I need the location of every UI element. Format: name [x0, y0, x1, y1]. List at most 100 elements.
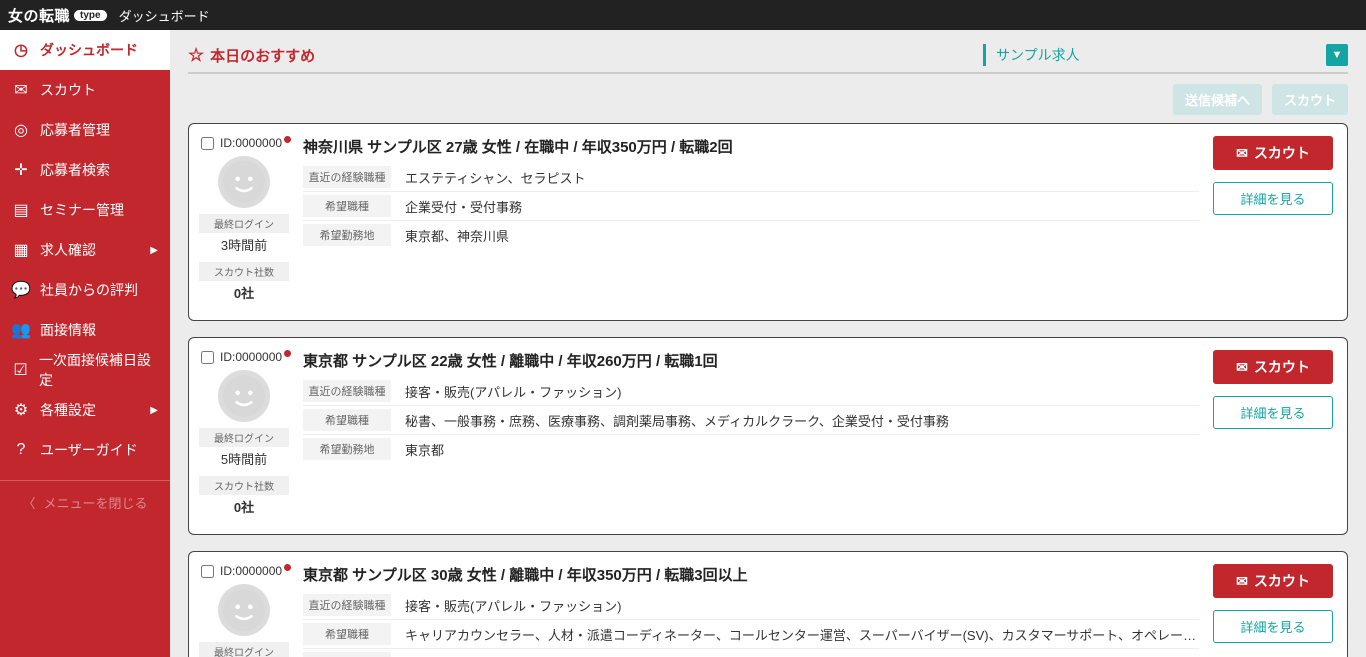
main-header: ☆ 本日のおすすめ サンプル求人 ▼ [188, 44, 1348, 74]
nav-icon: 👥 [12, 320, 30, 340]
desired-job-value: 秘書、一般事務・庶務、医療事務、調剤薬局事務、メディカルクラーク、企業受付・受付… [405, 411, 949, 430]
sidebar-close[interactable]: 〈メニューを閉じる [0, 480, 170, 524]
sample-job-select[interactable]: サンプル求人 ▼ [983, 44, 1348, 66]
last-login-label: 最終ログイン [199, 214, 289, 233]
recent-exp-label: 直近の経験職種 [303, 380, 391, 402]
nav-icon: ▦ [12, 240, 30, 260]
desired-job-label: 希望職種 [303, 623, 391, 645]
mail-icon: ✉ [1236, 359, 1248, 376]
last-login-label: 最終ログイン [199, 428, 289, 447]
new-dot-icon [284, 564, 291, 571]
sidebar-item-5[interactable]: ▦求人確認▶ [0, 230, 170, 270]
sidebar-item-4[interactable]: ▤ セミナー管理 [0, 190, 170, 230]
sidebar-item-2[interactable]: ◎応募者管理 [0, 110, 170, 150]
type-badge: type [74, 10, 107, 21]
main-content: ☆ 本日のおすすめ サンプル求人 ▼ 送信候補へ スカウト ID:0000000… [170, 30, 1366, 657]
detail-button[interactable]: 詳細を見る [1213, 182, 1333, 215]
avatar [218, 370, 270, 422]
desired-loc-label: 希望勤務地 [303, 438, 391, 460]
nav-icon: ▤ [12, 200, 30, 220]
sidebar: ◷ ダッシュボード ✉スカウト◎応募者管理 ✛ 応募者検索 ▤ セミナー管理 ▦ 求人確認 ▶ 💬 社… [0, 30, 170, 657]
bulk-scout-button: スカウト [1272, 84, 1348, 115]
brand-logo: 女の転職 type [8, 5, 107, 26]
recent-exp-value: 接客・販売(アパレル・ファッション) [405, 382, 621, 401]
recent-exp-value: エステティシャン、セラピスト [405, 168, 585, 187]
page-title: ダッシュボード [119, 6, 210, 25]
chevron-right-icon: ▶ [150, 405, 158, 416]
candidate-id: ID:0000000 [220, 564, 282, 578]
select-checkbox[interactable] [201, 565, 214, 578]
nav-icon: ✛ [12, 160, 30, 180]
sidebar-item-label: 一次面接候補日設定 [39, 350, 158, 390]
card-left: ID:0000000 最終ログイン 1日前 スカウト社数 0社 [199, 564, 289, 657]
desired-loc-label: 希望勤務地 [303, 652, 391, 657]
desired-loc-value: 東京都 [405, 440, 444, 459]
last-login-value: 3時間前 [199, 233, 289, 260]
card-center: 神奈川県 サンプル区 27歳 女性 / 在職中 / 年収350万円 / 転職2回… [303, 136, 1199, 308]
nav-icon: ✉ [12, 80, 30, 100]
candidate-title: 東京都 サンプル区 30歳 女性 / 離職中 / 年収350万円 / 転職3回以… [303, 564, 1199, 585]
sidebar-item-3[interactable]: ✛ 応募者検索 [0, 150, 170, 190]
candidate-card: ID:0000000 最終ログイン 1日前 スカウト社数 0社 東京都 サンプル… [188, 551, 1348, 657]
avatar [218, 156, 270, 208]
scout-button[interactable]: ✉スカウト [1213, 350, 1333, 384]
select-checkbox[interactable] [201, 351, 214, 364]
desired-job-value: キャリアカウンセラー、人材・派遣コーディネーター、コールセンター運営、スーパーバ… [405, 625, 1199, 644]
candidate-id: ID:0000000 [220, 350, 282, 364]
sidebar-item-label: ダッシュボード [40, 40, 138, 60]
bulk-action-row: 送信候補へ スカウト [188, 84, 1348, 115]
top-bar: 女の転職 type ダッシュボード [0, 0, 1366, 30]
mail-icon: ✉ [1236, 573, 1248, 590]
new-dot-icon [284, 136, 291, 143]
sidebar-item-label: ユーザーガイド [40, 440, 138, 460]
sidebar-item-label: 求人確認 [40, 240, 96, 260]
recent-exp-value: 接客・販売(アパレル・ファッション) [405, 596, 621, 615]
scout-button[interactable]: ✉スカウト [1213, 136, 1333, 170]
nav-icon: ◷ [12, 40, 30, 60]
sidebar-item-9[interactable]: ⚙ 各種設定 ▶ [0, 390, 170, 430]
scout-count-label: スカウト社数 [199, 262, 289, 281]
candidate-card: ID:0000000 最終ログイン 5時間前 スカウト社数 0社 東京都 サンプ… [188, 337, 1348, 535]
card-actions: ✉スカウト 詳細を見る [1213, 564, 1333, 657]
sidebar-item-0[interactable]: ◷ ダッシュボード [0, 30, 170, 70]
sidebar-item-7[interactable]: 👥面接情報 [0, 310, 170, 350]
desired-job-label: 希望職種 [303, 409, 391, 431]
mail-icon: ✉ [1236, 145, 1248, 162]
last-login-value: 5時間前 [199, 447, 289, 474]
desired-job-value: 企業受付・受付事務 [405, 197, 522, 216]
candidate-id: ID:0000000 [220, 136, 282, 150]
sidebar-item-label: 応募者検索 [40, 160, 110, 180]
sidebar-item-1[interactable]: ✉スカウト [0, 70, 170, 110]
scout-count-label: スカウト社数 [199, 476, 289, 495]
sidebar-item-label: 社員からの評判 [40, 280, 138, 300]
nav-icon: 💬 [12, 280, 30, 300]
card-actions: ✉スカウト 詳細を見る [1213, 350, 1333, 522]
sidebar-item-8[interactable]: ☑ 一次面接候補日設定 [0, 350, 170, 390]
card-center: 東京都 サンプル区 30歳 女性 / 離職中 / 年収350万円 / 転職3回以… [303, 564, 1199, 657]
nav-icon: ☑ [12, 360, 29, 380]
card-center: 東京都 サンプル区 22歳 女性 / 離職中 / 年収260万円 / 転職1回 … [303, 350, 1199, 522]
select-checkbox[interactable] [201, 137, 214, 150]
detail-button[interactable]: 詳細を見る [1213, 396, 1333, 429]
sidebar-item-10[interactable]: ?ユーザーガイド [0, 430, 170, 470]
nav-icon: ⚙ [12, 400, 30, 420]
sidebar-item-label: 応募者管理 [40, 120, 110, 140]
desired-loc-value: 東京都 [405, 654, 444, 657]
sidebar-item-label: セミナー管理 [40, 200, 124, 220]
chevron-left-icon: 〈 [22, 493, 35, 512]
recent-exp-label: 直近の経験職種 [303, 166, 391, 188]
card-actions: ✉スカウト 詳細を見る [1213, 136, 1333, 308]
scout-count-value: 0社 [199, 281, 289, 308]
detail-button[interactable]: 詳細を見る [1213, 610, 1333, 643]
sidebar-item-6[interactable]: 💬 社員からの評判 [0, 270, 170, 310]
scout-button[interactable]: ✉スカウト [1213, 564, 1333, 598]
dropdown-icon[interactable]: ▼ [1326, 44, 1348, 66]
avatar [218, 584, 270, 636]
card-left: ID:0000000 最終ログイン 3時間前 スカウト社数 0社 [199, 136, 289, 308]
desired-loc-value: 東京都、神奈川県 [405, 226, 509, 245]
sidebar-item-label: 各種設定 [40, 400, 96, 420]
recent-exp-label: 直近の経験職種 [303, 594, 391, 616]
new-dot-icon [284, 350, 291, 357]
last-login-label: 最終ログイン [199, 642, 289, 657]
desired-loc-label: 希望勤務地 [303, 224, 391, 246]
